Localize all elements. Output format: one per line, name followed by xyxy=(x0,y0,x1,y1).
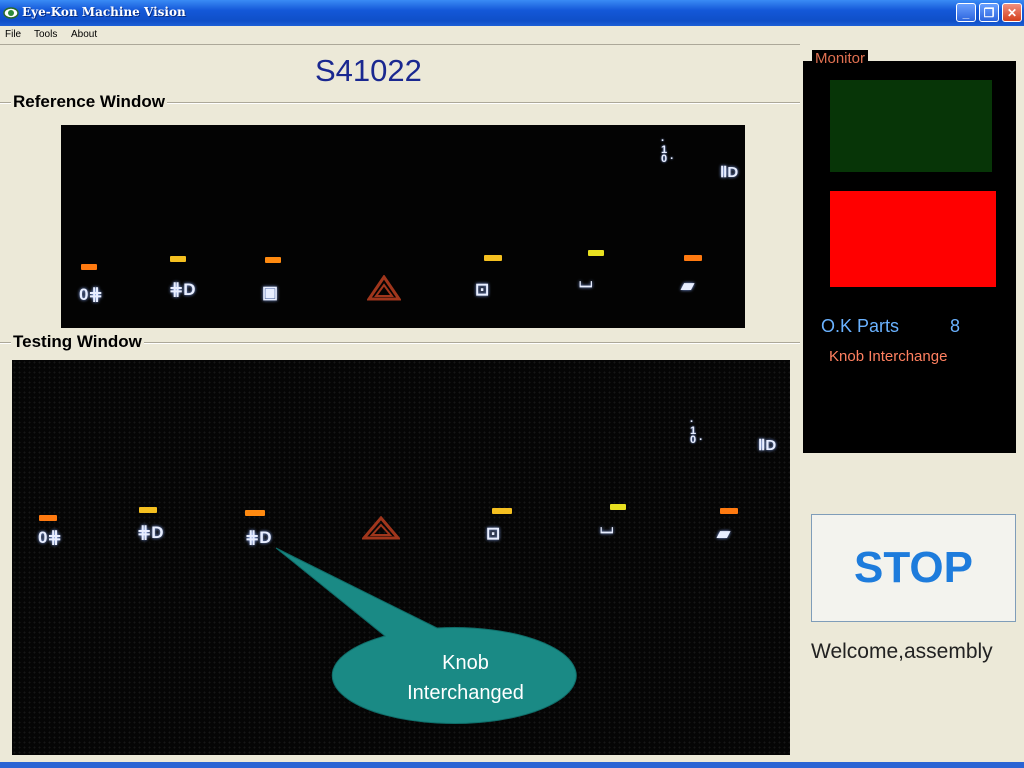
reference-front-fog-icon: ⋕D xyxy=(169,280,196,299)
reference-level-indicator: · 1 0 · xyxy=(661,135,674,165)
taskbar xyxy=(0,762,1024,768)
reference-camera-view: · 1 0 · ⅡD 0⋕ ⋕D ▣ ⊡ ⌴ ▰ xyxy=(61,125,745,328)
testing-interchanged-knob-icon: ⋕D xyxy=(245,528,272,547)
reference-indicator-3 xyxy=(265,257,281,263)
reference-window-title: Reference Window xyxy=(11,92,167,112)
reference-rear-washer-icon: ⌴ xyxy=(579,272,593,291)
minimize-button[interactable]: _ xyxy=(956,3,976,22)
part-id-label: S41022 xyxy=(315,53,422,88)
reference-rear-wiper-icon: ⊡ xyxy=(475,280,490,299)
reference-indicator-2 xyxy=(170,256,186,262)
reference-headlamp-icon: ⅡD xyxy=(720,164,739,181)
menu-about[interactable]: About xyxy=(71,29,97,40)
testing-rear-washer-icon: ⌴ xyxy=(600,518,614,537)
menu-divider xyxy=(0,44,800,45)
callout-line-2: Interchanged xyxy=(407,682,524,704)
testing-rear-wiper-icon: ⊡ xyxy=(486,524,501,543)
reference-indicator-6 xyxy=(588,250,604,256)
testing-indicator-6 xyxy=(610,504,626,510)
reference-rear-fog-icon: 0⋕ xyxy=(79,285,103,304)
reference-rear-defrost-icon: ▣ xyxy=(262,283,279,302)
reference-indicator-1 xyxy=(81,264,97,270)
reference-indicator-5 xyxy=(484,255,502,261)
stop-button[interactable]: STOP xyxy=(811,514,1016,622)
menu-tools[interactable]: Tools xyxy=(34,29,57,40)
testing-rear-fog-icon: 0⋕ xyxy=(38,528,62,547)
testing-front-fog-icon: ⋕D xyxy=(137,523,164,542)
callout-text: Knob Interchanged xyxy=(344,648,587,708)
testing-indicator-3 xyxy=(245,510,265,516)
reference-indicator-7 xyxy=(684,255,702,261)
title-bar: Eye-Kon Machine Vision _ ❐ ✕ xyxy=(0,0,1024,26)
ok-parts-count: 8 xyxy=(950,316,961,336)
maximize-button[interactable]: ❐ xyxy=(979,3,999,22)
testing-indicator-7 xyxy=(720,508,738,514)
menu-bar: File Tools About xyxy=(0,26,1024,44)
testing-indicator-1 xyxy=(39,515,57,521)
ok-parts-label: O.K Parts xyxy=(821,316,900,336)
app-logo-icon xyxy=(3,7,19,19)
testing-level-indicator: · 1 0 · xyxy=(690,416,703,446)
monitor-title: Monitor xyxy=(812,50,869,67)
testing-hazard-icon xyxy=(362,516,400,540)
callout-line-1: Knob xyxy=(442,652,489,674)
testing-indicator-2 xyxy=(139,507,157,513)
testing-window-title: Testing Window xyxy=(11,332,144,352)
ok-status-light xyxy=(830,80,992,172)
reference-rear-wash-wipe-icon: ▰ xyxy=(681,276,695,295)
window-title: Eye-Kon Machine Vision xyxy=(22,5,186,19)
testing-indicator-5 xyxy=(492,508,512,514)
testing-headlamp-icon: ⅡD xyxy=(758,437,777,454)
fault-message: Knob Interchange xyxy=(829,348,948,365)
menu-file[interactable]: File xyxy=(5,29,21,40)
fault-status-light xyxy=(830,191,996,287)
welcome-message: Welcome,assembly xyxy=(811,640,993,663)
reference-hazard-icon xyxy=(367,275,401,301)
testing-rear-wash-wipe-icon: ▰ xyxy=(717,524,731,543)
close-button[interactable]: ✕ xyxy=(1002,3,1022,22)
